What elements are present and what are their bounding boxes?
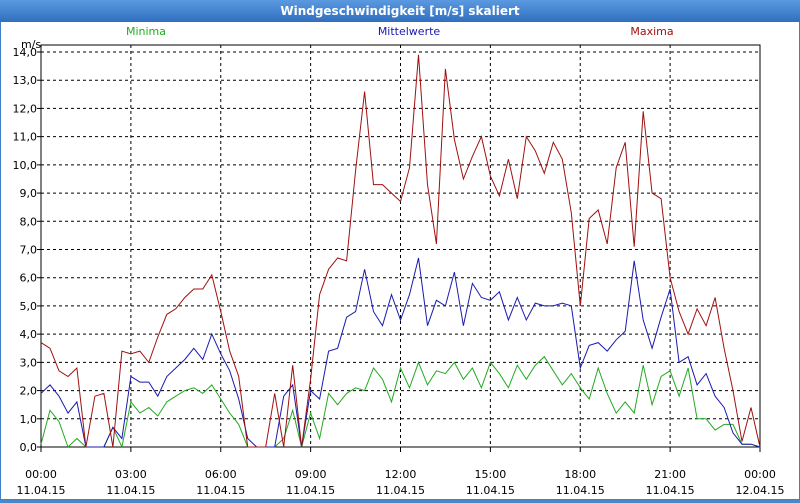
x-tick-label-time: 00:00 xyxy=(25,468,57,481)
x-tick-label-time: 09:00 xyxy=(295,468,327,481)
wind-speed-chart: 0,0 1,0 2,0 3,0 4,0 5,0 6,0 7,0 8,0 9,0 10,0 11,0 12… xyxy=(13,25,785,497)
y-tick-label: 10,0 xyxy=(13,159,38,172)
y-tick-label: 3,0 xyxy=(20,356,38,369)
legend-min: Minima xyxy=(126,25,166,38)
x-tick-label-time: 21:00 xyxy=(654,468,686,481)
legend-avg: Mittelwerte xyxy=(378,25,441,38)
x-tick-label-date: 11.04.15 xyxy=(106,484,155,497)
y-axis-label: m/s xyxy=(21,38,41,51)
y-tick-label: 6,0 xyxy=(20,272,38,285)
x-tick-label-time: 15:00 xyxy=(475,468,507,481)
y-tick-label: 0,0 xyxy=(20,441,38,454)
y-tick-label: 5,0 xyxy=(20,300,38,313)
x-tick-label-date: 11.04.15 xyxy=(466,484,515,497)
x-tick-label-date: 11.04.15 xyxy=(196,484,245,497)
x-tick-label-time: 03:00 xyxy=(115,468,147,481)
y-tick-label: 13,0 xyxy=(13,74,38,87)
y-tick-label: 1,0 xyxy=(20,413,38,426)
x-tick-label-date: 11.04.15 xyxy=(556,484,605,497)
x-tick-label-date: 11.04.15 xyxy=(286,484,335,497)
y-tick-label: 11,0 xyxy=(13,131,38,144)
y-tick-label: 12,0 xyxy=(13,102,38,115)
y-tick-label: 9,0 xyxy=(20,187,38,200)
y-tick-label: 2,0 xyxy=(20,385,38,398)
y-tick-label: 8,0 xyxy=(20,215,38,228)
window-title: Windgeschwindigkeit [m/s] skaliert xyxy=(0,0,800,22)
y-tick-label: 7,0 xyxy=(20,244,38,257)
legend-max: Maxima xyxy=(630,25,673,38)
x-tick-label-time: 12:00 xyxy=(385,468,417,481)
x-tick-label-date: 11.04.15 xyxy=(646,484,695,497)
x-tick-label-date: 11.04.15 xyxy=(17,484,66,497)
x-tick-label-time: 00:00 xyxy=(744,468,776,481)
x-tick-label-date: 12.04.15 xyxy=(736,484,785,497)
x-tick-label-time: 18:00 xyxy=(564,468,596,481)
y-tick-label: 4,0 xyxy=(20,328,38,341)
chart-window: Windgeschwindigkeit [m/s] skaliert 0,0 1,… xyxy=(0,0,800,500)
chart-panel: 0,0 1,0 2,0 3,0 4,0 5,0 6,0 7,0 8,0 9,0 10,0 11,0 12… xyxy=(1,22,799,499)
x-tick-label-date: 11.04.15 xyxy=(376,484,425,497)
x-tick-label-time: 06:00 xyxy=(205,468,237,481)
